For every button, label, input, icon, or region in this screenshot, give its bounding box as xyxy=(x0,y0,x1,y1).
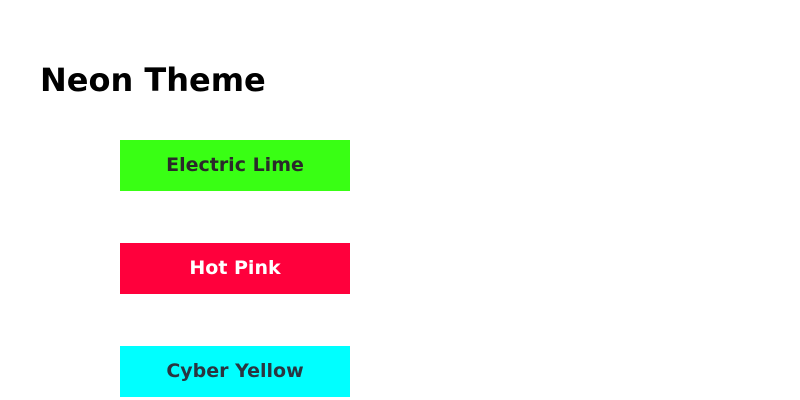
page: Neon Theme Electric Lime Hot Pink Cyber … xyxy=(0,0,800,400)
page-title: Neon Theme xyxy=(40,61,266,99)
electric-lime-button[interactable]: Electric Lime xyxy=(120,140,350,191)
hot-pink-button[interactable]: Hot Pink xyxy=(120,243,350,294)
cyber-yellow-button[interactable]: Cyber Yellow xyxy=(120,346,350,397)
